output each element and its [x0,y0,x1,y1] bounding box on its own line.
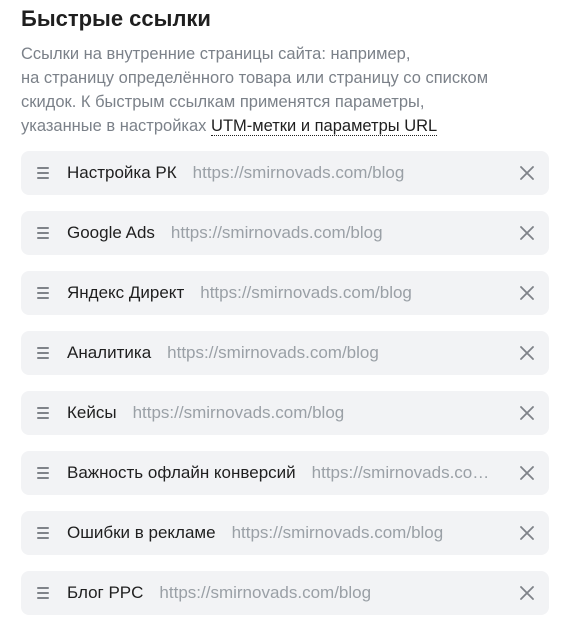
quick-link-url[interactable]: https://smirnovads.com/blog [200,283,501,303]
close-icon[interactable] [517,223,537,243]
quick-link-name[interactable]: Аналитика [67,343,151,363]
quick-link-row: Блог PPC https://smirnovads.com/blog [21,571,549,615]
quick-link-url[interactable]: https://smirnovads.com/blog [133,403,501,423]
quick-link-name[interactable]: Ошибки в рекламе [67,523,216,543]
quick-link-url[interactable]: https://smirnovads.com/blog [312,463,501,483]
close-icon[interactable] [517,163,537,183]
quick-link-row: Настройка РК https://smirnovads.com/blog [21,151,549,195]
quick-link-row: Важность офлайн конверсий https://smirno… [21,451,549,495]
close-icon[interactable] [517,283,537,303]
close-icon[interactable] [517,343,537,363]
description-line: на страницу определённого товара или стр… [21,69,489,87]
quick-link-row: Кейсы https://smirnovads.com/blog [21,391,549,435]
quick-link-name[interactable]: Настройка РК [67,163,177,183]
close-icon[interactable] [517,463,537,483]
quick-link-row: Яндекс Директ https://smirnovads.com/blo… [21,271,549,315]
quick-link-name[interactable]: Google Ads [67,223,155,243]
quick-links-panel: Быстрые ссылки Ссылки на внутренние стра… [0,0,572,615]
description-line-prefix: указанные в настройках [21,117,212,135]
close-icon[interactable] [517,403,537,423]
drag-handle-icon[interactable] [37,407,49,419]
drag-handle-icon[interactable] [37,167,49,179]
quick-link-url[interactable]: https://smirnovads.com/blog [167,343,501,363]
description-line: скидок. К быстрым ссылкам применятся пар… [21,93,425,111]
drag-handle-icon[interactable] [37,287,49,299]
utm-settings-link[interactable]: UTM-метки и параметры URL [211,117,438,136]
quick-link-row: Google Ads https://smirnovads.com/blog [21,211,549,255]
quick-link-name[interactable]: Яндекс Директ [67,283,184,303]
close-icon[interactable] [517,523,537,543]
quick-link-row: Аналитика https://smirnovads.com/blog [21,331,549,375]
drag-handle-icon[interactable] [37,227,49,239]
close-icon[interactable] [517,583,537,603]
quick-link-url[interactable]: https://smirnovads.com/blog [232,523,501,543]
drag-handle-icon[interactable] [37,527,49,539]
section-description: Ссылки на внутренние страницы сайта: нап… [21,42,551,138]
quick-link-url[interactable]: https://smirnovads.com/blog [193,163,501,183]
quick-link-url[interactable]: https://smirnovads.com/blog [171,223,501,243]
quick-link-name[interactable]: Кейсы [67,403,117,423]
drag-handle-icon[interactable] [37,467,49,479]
quick-link-name[interactable]: Блог PPC [67,583,143,603]
drag-handle-icon[interactable] [37,587,49,599]
quick-link-name[interactable]: Важность офлайн конверсий [67,463,296,483]
quick-link-row: Ошибки в рекламе https://smirnovads.com/… [21,511,549,555]
quick-link-url[interactable]: https://smirnovads.com/blog [159,583,501,603]
quick-links-list: Настройка РК https://smirnovads.com/blog… [21,151,552,615]
drag-handle-icon[interactable] [37,347,49,359]
description-line: указанные в настройках UTM-метки и парам… [21,114,551,138]
section-title: Быстрые ссылки [21,6,211,31]
description-line: Ссылки на внутренние страницы сайта: нап… [21,45,411,63]
